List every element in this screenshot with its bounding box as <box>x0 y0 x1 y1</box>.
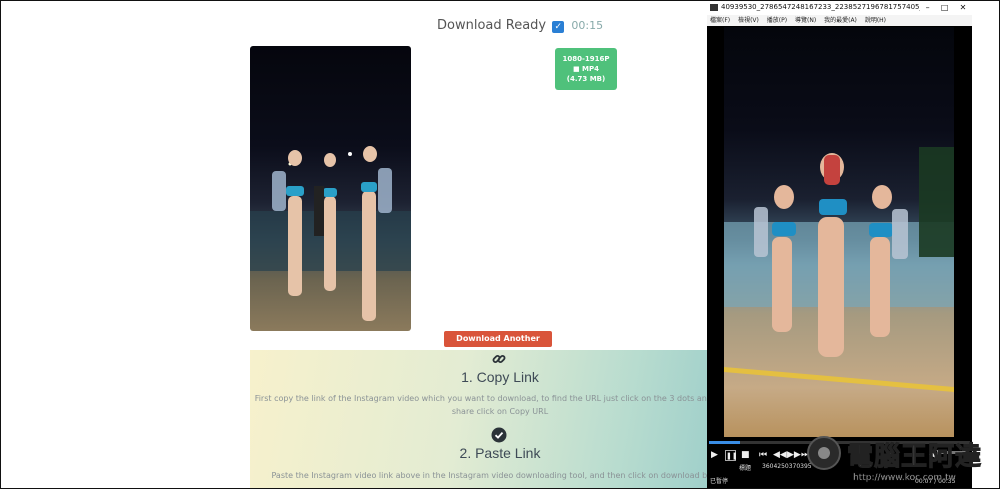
playback-controls: ▶ ❚❚ ■ ⏮ ◀◀ ▶▶ ⏭ 標題 3604250370395 ◀) <box>707 447 972 473</box>
video-frame[interactable] <box>724 27 954 437</box>
menu-play[interactable]: 播放(P) <box>767 17 787 24</box>
next-icon[interactable]: ⏭ <box>801 450 809 460</box>
step-2-text: Paste the Instagram video link above in … <box>271 471 729 480</box>
format-label: MP4 <box>582 65 600 73</box>
title-value: 3604250370395 <box>762 463 812 470</box>
download-another-button[interactable]: Download Another Video <box>444 331 552 359</box>
volume-icon[interactable]: ◀) <box>929 450 939 460</box>
maximize-button[interactable]: □ <box>941 0 949 15</box>
timecode: 00:07 / 00:35 <box>915 478 956 485</box>
menu-view[interactable]: 檢視(V) <box>738 17 759 24</box>
elapsed-time: 00:15 <box>571 19 604 32</box>
thumbnail-scene <box>250 146 411 321</box>
download-ready-label: Download Ready <box>437 18 547 33</box>
menu-file[interactable]: 檔案(F) <box>710 17 730 24</box>
clapperboard-icon <box>710 4 718 11</box>
menu-navigate[interactable]: 導覽(N) <box>795 17 816 24</box>
video-camera-icon: ■ <box>572 65 580 73</box>
minimize-button[interactable]: – <box>926 0 930 15</box>
seek-progress <box>709 441 741 444</box>
player-titlebar[interactable]: 40939530_2786547248167233_22385271967817… <box>707 0 972 15</box>
step-2-title: 2. Paste Link <box>459 445 541 461</box>
player-statusbar: 已暫停 00:07 / 00:35 <box>707 474 972 489</box>
prev-icon[interactable]: ⏮ <box>759 450 767 460</box>
rewind-icon[interactable]: ◀◀ <box>773 450 787 460</box>
menu-help[interactable]: 說明(H) <box>865 17 886 24</box>
playback-status: 已暫停 <box>710 478 729 485</box>
window-controls: – □ ✕ <box>920 0 972 15</box>
video-thumbnail[interactable] <box>250 46 411 331</box>
title-label: 標題 <box>739 465 752 472</box>
ok-icon: ✓ <box>552 21 565 33</box>
player-title: 40939530_2786547248167233_22385271967817… <box>721 3 946 11</box>
forward-icon[interactable]: ▶▶ <box>787 450 801 460</box>
player-menubar: 檔案(F) 檢視(V) 播放(P) 導覽(N) 我的最愛(A) 說明(H) <box>707 15 972 26</box>
menu-favorites[interactable]: 我的最愛(A) <box>824 17 857 24</box>
step-1-title: 1. Copy Link <box>461 369 539 385</box>
close-button[interactable]: ✕ <box>960 0 967 15</box>
download-ready-header: Download Ready ✓ 00:15 <box>437 18 603 33</box>
quality-option-button[interactable]: 1080-1916P ■ MP4 (4.73 MB) <box>555 48 617 90</box>
link-icon <box>492 355 506 363</box>
seek-bar[interactable] <box>709 441 970 444</box>
check-circle-icon <box>491 427 507 443</box>
file-size-label: (4.73 MB) <box>566 75 606 83</box>
step-1-text: First copy the link of the Instagram vid… <box>254 394 746 416</box>
pause-icon[interactable]: ❚❚ <box>725 450 738 461</box>
video-scene <box>724 147 954 392</box>
stop-icon[interactable]: ■ <box>741 450 750 460</box>
resolution-label: 1080-1916P <box>562 55 610 63</box>
play-icon[interactable]: ▶ <box>711 450 718 460</box>
volume-slider[interactable] <box>939 451 969 454</box>
media-player-window: 40939530_2786547248167233_22385271967817… <box>707 0 972 489</box>
